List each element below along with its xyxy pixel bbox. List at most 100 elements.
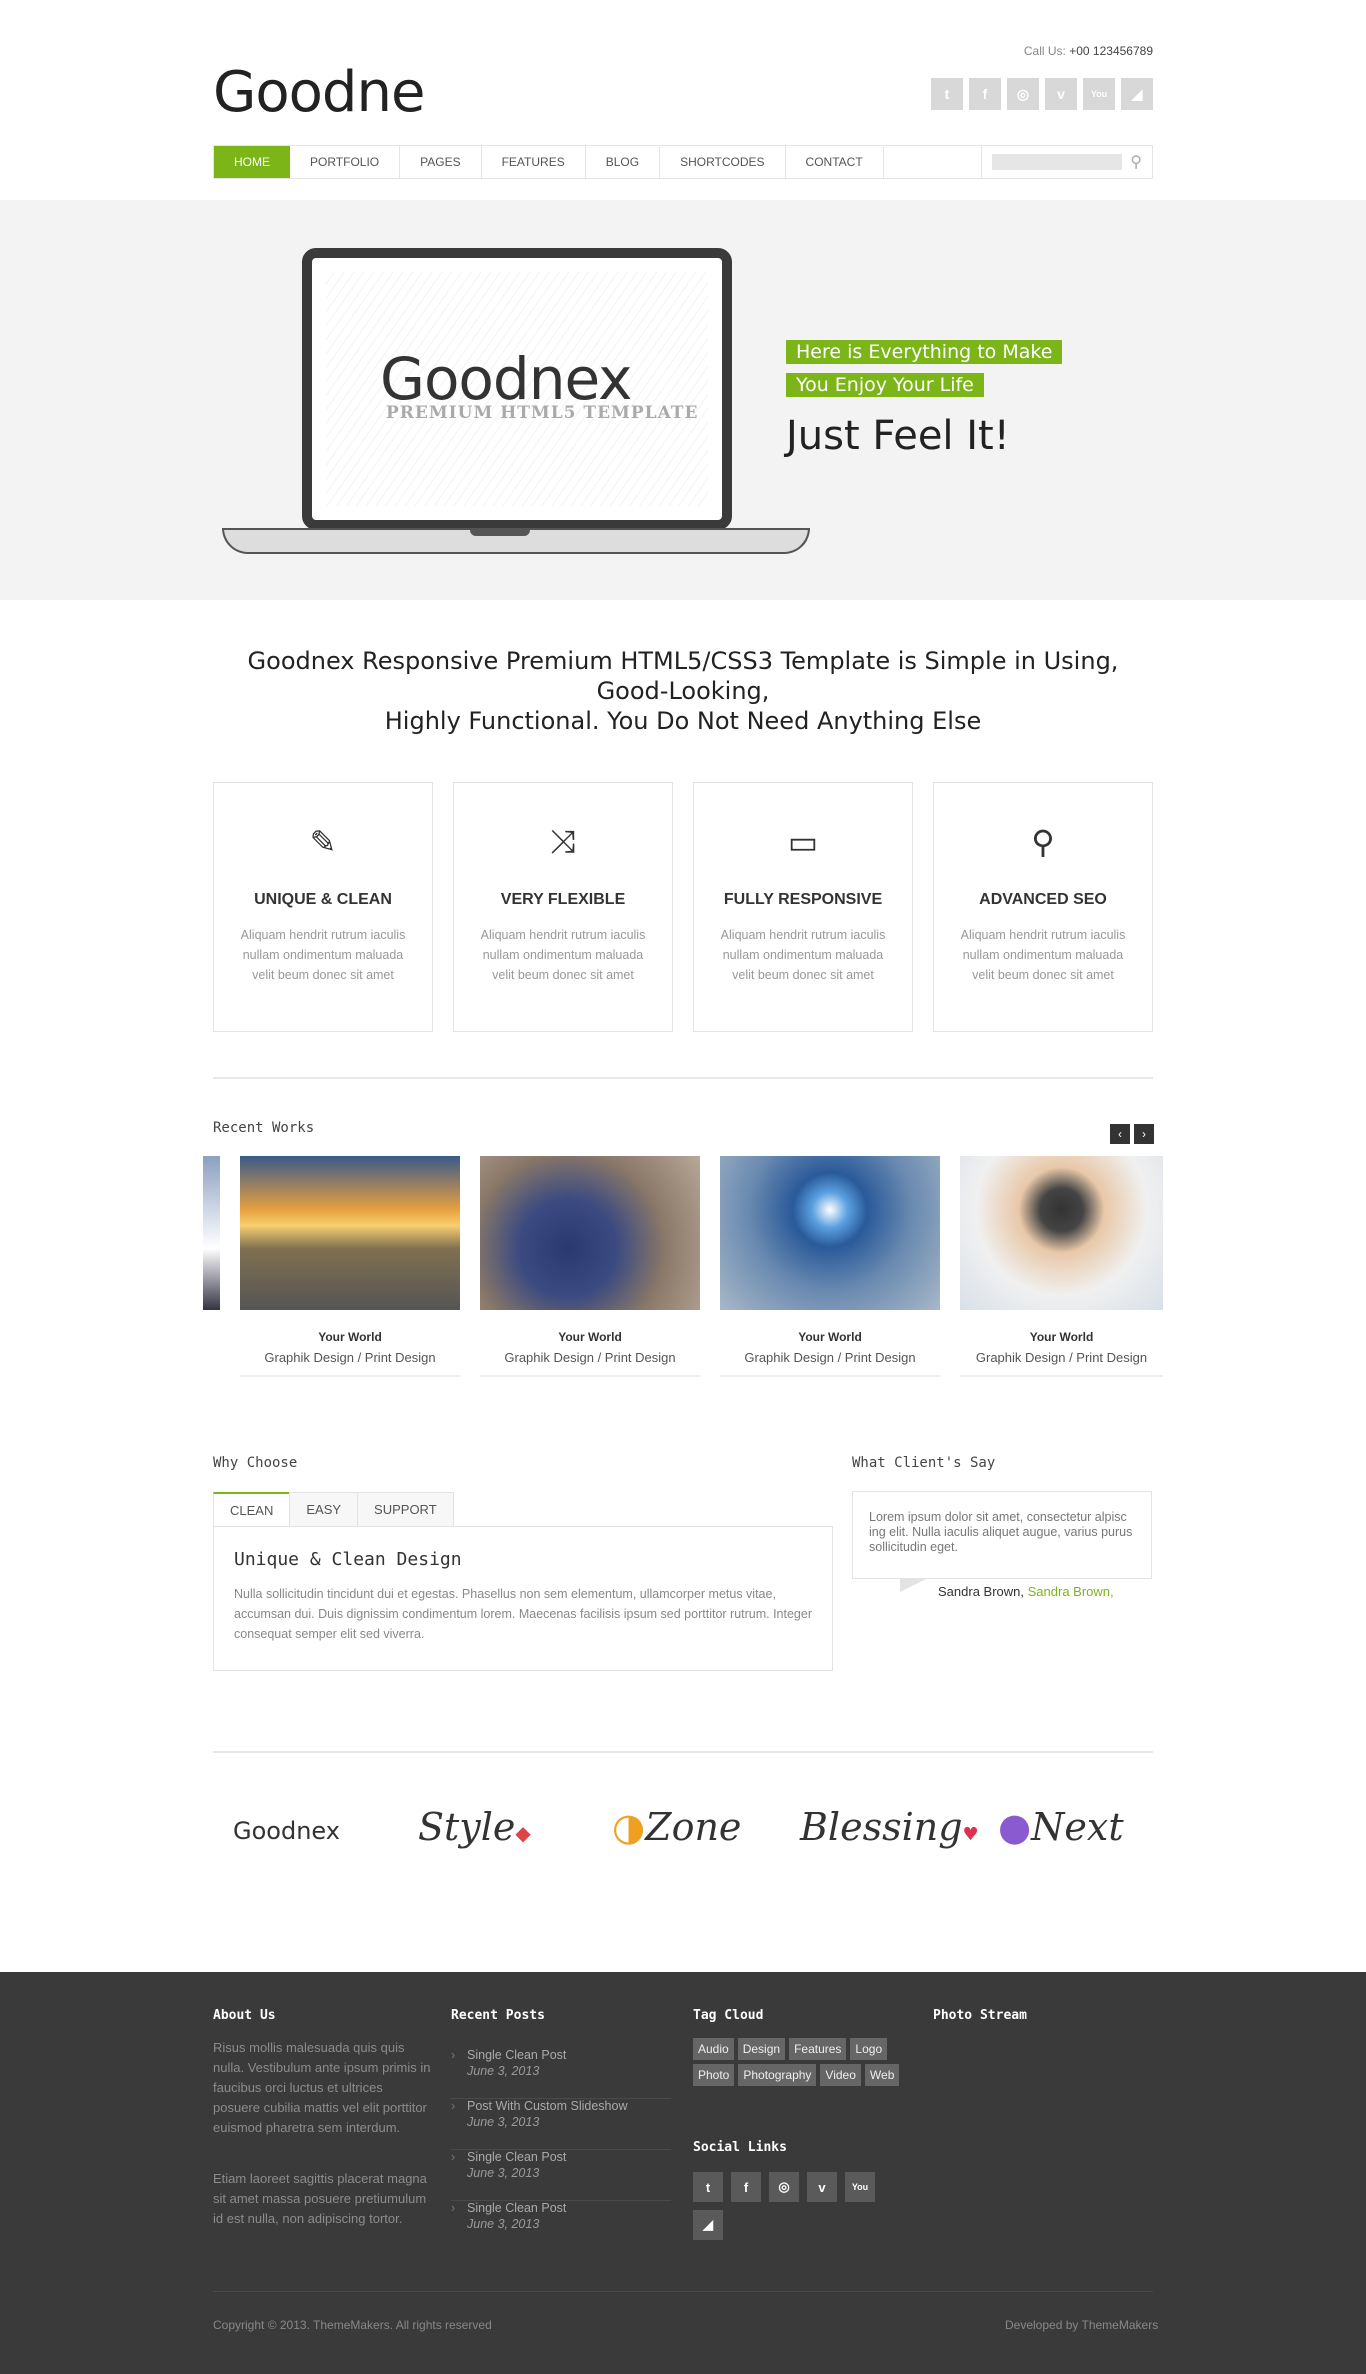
post-date: June 3, 2013 [467, 2115, 540, 2129]
call-number: +00 123456789 [1069, 44, 1153, 58]
nav-home[interactable]: HOME [214, 146, 290, 178]
divider [213, 1077, 1153, 1079]
work-divider [240, 1375, 460, 1377]
work-image-earth-hand[interactable] [720, 1156, 940, 1310]
tag[interactable]: Logo [850, 2038, 888, 2060]
feature-text: Aliquam hendrit rutrum iaculis nullam on… [480, 928, 646, 982]
feature-title: FULLY RESPONSIVE [723, 891, 883, 908]
vimeo-icon[interactable]: v [1045, 78, 1077, 110]
work-image-blueberries[interactable] [480, 1156, 700, 1310]
youtube-icon[interactable]: You [1083, 78, 1115, 110]
client-logo-goodnex[interactable]: Goodnex [233, 1805, 340, 1855]
tab-panel: Unique & Clean Design Nulla sollicitudin… [213, 1526, 833, 1671]
work-category: Graphik Design / Print Design [504, 1350, 676, 1365]
nav-shortcodes[interactable]: SHORTCODES [660, 146, 786, 178]
tab-easy[interactable]: EASY [289, 1492, 359, 1526]
feature-text: Aliquam hendrit rutrum iaculis nullam on… [960, 928, 1126, 982]
client-logo-name: Zone [645, 1805, 742, 1849]
recent-post[interactable]: Single Clean Post June 3, 2013 [451, 2201, 671, 2252]
facebook-icon[interactable]: f [969, 78, 1001, 110]
work-title[interactable]: Your World [720, 1330, 940, 1344]
work-title[interactable]: Your World [960, 1330, 1163, 1344]
nav-pages[interactable]: PAGES [400, 146, 482, 178]
author-name: Sandra Brown, [938, 1584, 1024, 1599]
tag[interactable]: Features [789, 2038, 847, 2060]
footer-social-links: t f ◎ v You ◢ [693, 2172, 883, 2240]
twitter-icon[interactable]: t [931, 78, 963, 110]
twitter-icon[interactable]: t [693, 2172, 723, 2202]
work-item[interactable]: Your World Graphik Design / Print Design [960, 1156, 1163, 1377]
why-tabs: CLEAN EASY SUPPORT [213, 1492, 454, 1526]
feature-box: ▭ FULLY RESPONSIVE Aliquam hendrit rutru… [693, 782, 913, 1032]
post-date: June 3, 2013 [467, 2166, 540, 2180]
chevron-left-icon[interactable]: ‹ [1110, 1124, 1130, 1144]
footer-posts-title: Recent Posts [451, 2008, 545, 2023]
post-title[interactable]: Single Clean Post [467, 2150, 671, 2164]
search-icon[interactable]: ⚲ [1130, 152, 1142, 172]
dribbble-icon[interactable]: ◎ [769, 2172, 799, 2202]
call-label: Call Us: [1023, 44, 1066, 58]
client-logo-mark: ◑ [612, 1805, 646, 1849]
testimonial-quote: Lorem ipsum dolor sit amet, consectetur … [852, 1491, 1152, 1579]
client-logo-style[interactable]: Style◆ [418, 1805, 531, 1849]
tag[interactable]: Photography [738, 2064, 817, 2086]
work-divider [960, 1375, 1163, 1377]
nav-contact[interactable]: CONTACT [786, 146, 884, 178]
recent-post[interactable]: Single Clean Post June 3, 2013 [451, 2150, 671, 2201]
tag[interactable]: Video [820, 2064, 861, 2086]
post-title[interactable]: Single Clean Post [467, 2201, 671, 2215]
work-item[interactable]: Your World Graphik Design / Print Design [720, 1156, 940, 1377]
tab-panel-text: Nulla sollicitudin tincidunt dui et eges… [234, 1587, 813, 1641]
post-date: June 3, 2013 [467, 2064, 540, 2078]
feature-box: ⤨ VERY FLEXIBLE Aliquam hendrit rutrum i… [453, 782, 673, 1032]
chevron-right-icon[interactable]: › [1134, 1124, 1154, 1144]
footer-about-text-1: Risus mollis malesuada quis quis nulla. … [213, 2040, 431, 2135]
work-image-road[interactable] [240, 1156, 460, 1310]
vimeo-icon[interactable]: v [807, 2172, 837, 2202]
recent-post[interactable]: Single Clean Post June 3, 2013 [451, 2048, 671, 2099]
tab-clean[interactable]: CLEAN [213, 1492, 291, 1526]
search-input[interactable] [992, 154, 1123, 170]
site-logo[interactable]: Goodne [213, 60, 425, 125]
tab-support[interactable]: SUPPORT [357, 1492, 454, 1526]
work-divider [480, 1375, 700, 1377]
recent-post[interactable]: Post With Custom Slideshow June 3, 2013 [451, 2099, 671, 2150]
developed-by[interactable]: Developed by ThemeMakers [1005, 2318, 1158, 2332]
work-title[interactable]: Your World [480, 1330, 700, 1344]
tag[interactable]: Audio [693, 2038, 734, 2060]
facebook-icon[interactable]: f [731, 2172, 761, 2202]
work-item[interactable]: Your World Graphik Design / Print Design [480, 1156, 700, 1377]
work-category: Graphik Design / Print Design [264, 1350, 436, 1365]
nav-blog[interactable]: BLOG [586, 146, 661, 178]
post-title[interactable]: Single Clean Post [467, 2048, 671, 2062]
client-logo-name: Next [1031, 1805, 1124, 1849]
nav-portfolio[interactable]: PORTFOLIO [290, 146, 401, 178]
work-title[interactable]: Your World [240, 1330, 460, 1344]
rss-icon[interactable]: ◢ [693, 2210, 723, 2240]
tag[interactable]: Design [737, 2038, 786, 2060]
dribbble-icon[interactable]: ◎ [1007, 78, 1039, 110]
work-item[interactable]: Your World Graphik Design / Print Design [240, 1156, 460, 1377]
footer-tags-title: Tag Cloud [693, 2008, 764, 2023]
author-link[interactable]: Sandra Brown, [1028, 1584, 1114, 1599]
tag[interactable]: Web [864, 2064, 900, 2086]
youtube-icon[interactable]: You [845, 2172, 875, 2202]
footer-divider [213, 2291, 1153, 2292]
client-logo-name: Goodnex [233, 1817, 340, 1845]
header-social-links: t f ◎ v You ◢ [931, 78, 1153, 110]
feature-box: ✎ UNIQUE & CLEAN Aliquam hendrit rutrum … [213, 782, 433, 1032]
why-choose-title: Why Choose [213, 1455, 298, 1471]
heart-icon: ♥ [962, 1824, 979, 1845]
client-logo-zone[interactable]: ◑Zone [612, 1805, 741, 1849]
client-logo-blessing[interactable]: Blessing♥ [800, 1805, 979, 1849]
client-logo-name: Blessing [800, 1805, 963, 1849]
client-logo-next[interactable]: ●Next [998, 1805, 1124, 1849]
pen-tool-icon: ✎ [309, 824, 337, 860]
search-icon: ⚲ [1031, 824, 1055, 860]
nav-features[interactable]: FEATURES [482, 146, 586, 178]
work-image-binoculars[interactable] [960, 1156, 1163, 1310]
rss-icon[interactable]: ◢ [1121, 78, 1153, 110]
quote-pointer [900, 1578, 928, 1592]
post-title[interactable]: Post With Custom Slideshow [467, 2099, 671, 2113]
tag[interactable]: Photo [693, 2064, 735, 2086]
